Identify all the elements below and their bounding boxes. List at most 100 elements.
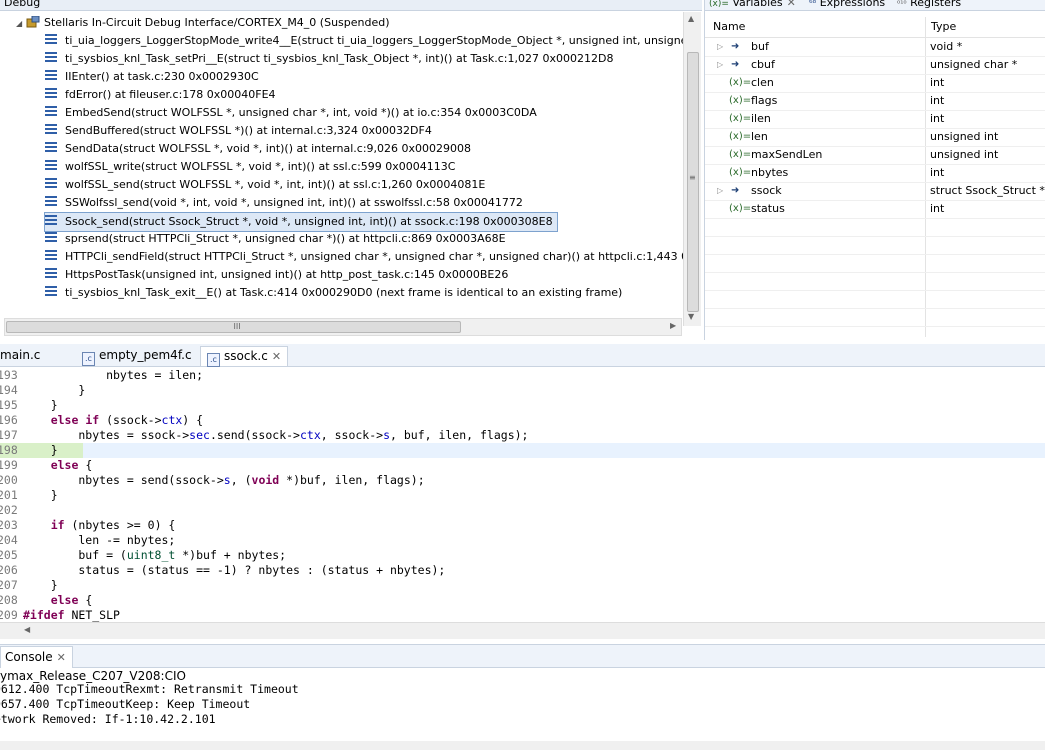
- row-divider: [705, 272, 1045, 273]
- code-line[interactable]: 208 else {: [0, 593, 1045, 608]
- stack-frame[interactable]: sprsend(struct HTTPCli_Struct *, unsigne…: [45, 230, 506, 248]
- scroll-thumb[interactable]: ≡: [687, 52, 699, 312]
- code-line[interactable]: 209 #ifdef NET_SLP: [0, 608, 1045, 623]
- tab-main-c[interactable]: main.c: [0, 346, 46, 365]
- stack-frame[interactable]: wolfSSL_send(struct WOLFSSL *, void *, i…: [45, 176, 485, 194]
- registers-icon: ⁰¹⁰: [897, 0, 907, 8]
- variable-icon: (x)=: [729, 77, 752, 88]
- editor-horizontal-scrollbar[interactable]: ◀: [0, 622, 1045, 639]
- variable-row[interactable]: (x)= ilen int: [705, 110, 1045, 128]
- stack-frame[interactable]: ti_uia_loggers_LoggerStopMode_write4__E(…: [45, 32, 683, 50]
- code-line[interactable]: 199 else {: [0, 458, 1045, 473]
- stack-frame[interactable]: fdError() at fileuser.c:178 0x00040FE4: [45, 86, 276, 104]
- stack-frame[interactable]: ti_sysbios_knl_Task_exit__E() at Task.c:…: [45, 284, 622, 302]
- editor-tabbar: main.c .c empty_pem4f.c .c ssock.c ✕: [0, 344, 1045, 367]
- code-line[interactable]: 207 }: [0, 578, 1045, 593]
- stack-frame[interactable]: SSWolfssl_send(void *, int, void *, unsi…: [45, 194, 523, 212]
- collapse-icon[interactable]: ◢: [16, 15, 26, 33]
- code-line[interactable]: 196 else if (ssock->ctx) {: [0, 413, 1045, 428]
- expressions-icon: ⁶⁸: [809, 0, 817, 9]
- stack-frame[interactable]: wolfSSL_write(struct WOLFSSL *, void *, …: [45, 158, 455, 176]
- variable-row[interactable]: (x)= clen int: [705, 74, 1045, 92]
- tab-ssock-c[interactable]: .c ssock.c ✕: [200, 346, 289, 367]
- expand-icon[interactable]: ▷: [717, 38, 723, 56]
- code-line[interactable]: 201 }: [0, 488, 1045, 503]
- tab-registers[interactable]: ⁰¹⁰ Registers: [897, 0, 961, 10]
- scroll-up-icon[interactable]: ▲: [688, 14, 694, 23]
- code-text: nbytes = ssock->sec.send(ssock->ctx, sso…: [23, 428, 529, 442]
- code-area[interactable]: 193 nbytes = ilen; 194 } 195 } 196 else if …: [0, 368, 1045, 624]
- variables-tabbar: (x)= Variables ✕ ⁶⁸ Expressions ⁰¹⁰ Regis…: [705, 0, 1045, 11]
- code-line[interactable]: 193 nbytes = ilen;: [0, 368, 1045, 383]
- stack-frame[interactable]: Ssock_send(struct Ssock_Struct *, void *…: [44, 212, 558, 232]
- variable-name: status: [751, 202, 785, 215]
- stack-frame[interactable]: IIEnter() at task.c:230 0x0002930C: [45, 68, 259, 86]
- pointer-variable-icon: ➜: [731, 185, 740, 196]
- code-line[interactable]: 202: [0, 503, 1045, 518]
- debug-horizontal-scrollbar[interactable]: III ▶: [4, 318, 682, 336]
- variable-row[interactable]: ▷ ➜ ssock struct Ssock_Struct *: [705, 182, 1045, 200]
- stack-frame-icon: [45, 88, 57, 99]
- code-line[interactable]: 194 }: [0, 383, 1045, 398]
- scroll-down-icon[interactable]: ▼: [688, 312, 694, 321]
- variable-name: nbytes: [751, 166, 789, 179]
- code-line[interactable]: 206 status = (status == -1) ? nbytes : (…: [0, 563, 1045, 578]
- stack-frame[interactable]: EmbedSend(struct WOLFSSL *, unsigned cha…: [45, 104, 537, 122]
- code-line[interactable]: 200 nbytes = send(ssock->s, (void *)buf,…: [0, 473, 1045, 488]
- stack-frame[interactable]: SendBuffered(struct WOLFSSL *)() at inte…: [45, 122, 432, 140]
- code-text: }: [23, 443, 58, 457]
- tab-empty-pem4f-c[interactable]: .c empty_pem4f.c: [76, 346, 198, 366]
- variable-row[interactable]: (x)= maxSendLen unsigned int: [705, 146, 1045, 164]
- line-number: 208: [0, 593, 18, 607]
- line-number: 205: [0, 548, 18, 562]
- scroll-left-icon[interactable]: ◀: [24, 625, 30, 634]
- code-text: if (nbytes >= 0) {: [50, 518, 176, 532]
- variable-row[interactable]: (x)= status int: [705, 200, 1045, 218]
- column-name[interactable]: Name: [713, 20, 745, 33]
- tab-debug[interactable]: Debug: [0, 0, 44, 10]
- close-icon[interactable]: ✕: [57, 651, 66, 664]
- code-line[interactable]: 197 nbytes = ssock->sec.send(ssock->ctx,…: [0, 428, 1045, 443]
- expand-icon[interactable]: ▷: [717, 182, 723, 200]
- variable-row[interactable]: (x)= flags int: [705, 92, 1045, 110]
- line-number: 194: [0, 383, 18, 397]
- code-text: nbytes = send(ssock->s, (void *)buf, ile…: [23, 473, 425, 487]
- tab-console[interactable]: Console ✕: [0, 646, 73, 668]
- stack-frame[interactable]: HttpsPostTask(unsigned int, unsigned int…: [45, 266, 508, 284]
- column-type[interactable]: Type: [931, 20, 956, 33]
- code-line[interactable]: 204 len -= nbytes;: [0, 533, 1045, 548]
- variable-row[interactable]: (x)= nbytes int: [705, 164, 1045, 182]
- variable-type: int: [930, 94, 945, 107]
- variable-row[interactable]: (x)= len unsigned int: [705, 128, 1045, 146]
- scroll-thumb[interactable]: III: [6, 321, 461, 333]
- stack-tree: ◢ Stellaris In-Circuit Debug Interface/C…: [0, 12, 683, 312]
- tab-expressions[interactable]: ⁶⁸ Expressions: [809, 0, 885, 10]
- variable-row[interactable]: ▷ ➜ buf void *: [705, 38, 1045, 56]
- expand-icon[interactable]: ▷: [717, 56, 723, 74]
- line-number: 193: [0, 368, 18, 382]
- tab-variables[interactable]: (x)= Variables ✕: [709, 0, 796, 10]
- stack-frame[interactable]: SendData(struct WOLFSSL *, void *, int)(…: [45, 140, 471, 158]
- code-text: }: [23, 398, 58, 412]
- code-line[interactable]: 205 buf = (uint8_t *)buf + nbytes;: [0, 548, 1045, 563]
- stack-frame[interactable]: HTTPCli_sendField(struct HTTPCli_Struct …: [45, 248, 683, 266]
- line-number: 196: [0, 413, 18, 427]
- debug-target-node[interactable]: ◢ Stellaris In-Circuit Debug Interface/C…: [16, 14, 390, 32]
- close-icon[interactable]: ✕: [272, 350, 281, 363]
- code-line[interactable]: 203 if (nbytes >= 0) {: [0, 518, 1045, 533]
- close-icon[interactable]: ✕: [787, 0, 796, 9]
- variable-type: struct Ssock_Struct *: [930, 184, 1045, 197]
- code-line[interactable]: 195 }: [0, 398, 1045, 413]
- stack-frame[interactable]: ti_sysbios_knl_Task_setPri__E(struct ti_…: [45, 50, 613, 68]
- variable-type: unsigned int: [930, 148, 999, 161]
- stack-frame-icon: [45, 52, 57, 63]
- stack-frame-icon: [45, 160, 57, 171]
- scroll-right-icon[interactable]: ▶: [670, 321, 676, 330]
- variable-row[interactable]: ▷ ➜ cbuf unsigned char *: [705, 56, 1045, 74]
- variable-name: ssock: [751, 184, 782, 197]
- c-file-icon: .c: [207, 353, 220, 367]
- code-text: }: [23, 578, 58, 592]
- variable-name: buf: [751, 40, 769, 53]
- debug-vertical-scrollbar[interactable]: ▲ ≡ ▼: [683, 12, 701, 326]
- code-line[interactable]: 198 }: [0, 443, 1045, 458]
